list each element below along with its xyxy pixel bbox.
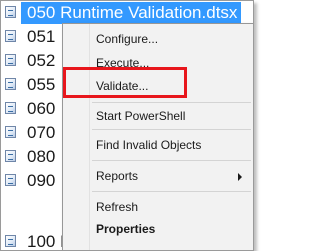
package-icon (5, 174, 16, 186)
package-icon (5, 102, 16, 114)
tree-item-label: 050 Runtime Validation.dtsx (21, 2, 242, 24)
package-icon (5, 78, 16, 90)
menu-item-reports[interactable]: Reports (96, 168, 138, 184)
tree-item-label: 090 (27, 171, 56, 190)
menu-item-configure[interactable]: Configure... (96, 31, 158, 47)
menu-separator (92, 191, 251, 192)
tree-item-label: 080 (27, 147, 56, 166)
tree-item-050[interactable]: 050 Runtime Validation.dtsx (1, 1, 253, 25)
tree-item-label: 070 (27, 123, 56, 142)
package-icon (5, 54, 16, 66)
menu-separator (92, 102, 251, 103)
menu-item-find-invalid-objects[interactable]: Find Invalid Objects (96, 137, 201, 153)
menu-separator (92, 129, 251, 130)
package-icon (5, 126, 16, 138)
menu-item-properties[interactable]: Properties (96, 221, 155, 237)
package-icon (5, 30, 16, 42)
menu-separator (92, 160, 251, 161)
menu-item-start-powershell[interactable]: Start PowerShell (96, 108, 185, 124)
object-explorer-panel: 050 Runtime Validation.dtsx 051 052 055 … (0, 0, 254, 251)
validate-highlight-box (63, 67, 187, 98)
tree-item-label: 051 (27, 27, 56, 46)
tree-item-label: 060 (27, 99, 56, 118)
menu-item-refresh[interactable]: Refresh (96, 199, 138, 215)
package-icon (5, 6, 16, 18)
tree-item-label: 055 (27, 75, 56, 94)
tree-item-label: 052 (27, 51, 56, 70)
package-icon (5, 235, 16, 247)
submenu-arrow-icon (238, 173, 242, 181)
package-icon (5, 150, 16, 162)
context-menu: Configure... Execute... Validate... Star… (62, 23, 253, 250)
